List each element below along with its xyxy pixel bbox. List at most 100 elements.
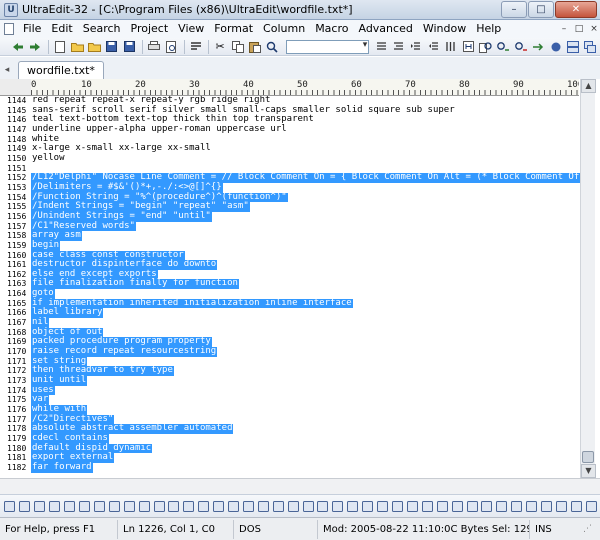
button-icon[interactable]: [362, 499, 374, 513]
hidden-icon[interactable]: [466, 499, 478, 513]
find-in-files-icon[interactable]: [478, 39, 493, 55]
menu-view[interactable]: View: [173, 20, 209, 38]
replace-in-files-icon[interactable]: [513, 39, 528, 55]
scroll-down-button[interactable]: ▼: [581, 464, 596, 478]
line-text[interactable]: far forward: [31, 462, 93, 473]
menu-search[interactable]: Search: [78, 20, 126, 38]
font-icon[interactable]: [123, 499, 135, 513]
text-editor[interactable]: 1144 red repeat repeat-x repeat-y rgb rid…: [0, 96, 580, 478]
align-center-icon[interactable]: [64, 499, 76, 513]
open-folder-icon[interactable]: [69, 39, 84, 55]
table-icon[interactable]: [213, 499, 225, 513]
editor-line[interactable]: 1149 x-large x-small xx-large xx-small: [0, 144, 580, 154]
tab-wordfile[interactable]: wordfile.txt*: [18, 61, 104, 79]
editor-line[interactable]: 1163 file finalization finally for functi…: [0, 279, 580, 290]
editor-line[interactable]: 1174 uses: [0, 385, 580, 396]
document-icon[interactable]: [4, 23, 14, 35]
hex-mode-icon[interactable]: [461, 39, 476, 55]
back-icon[interactable]: [10, 39, 25, 55]
resize-grip-icon[interactable]: ⋰: [570, 520, 594, 539]
maximize-button[interactable]: □: [528, 1, 554, 18]
line-text[interactable]: yellow: [31, 153, 66, 164]
bookmark-icon[interactable]: [526, 499, 538, 513]
hyperlink-icon[interactable]: [242, 499, 255, 513]
window-tile-icon[interactable]: [565, 39, 580, 55]
textbox-icon[interactable]: [377, 499, 389, 513]
image-icon[interactable]: [228, 499, 240, 513]
underline-icon[interactable]: [34, 499, 46, 513]
vertical-scrollbar[interactable]: ▲ ▼: [580, 79, 596, 478]
window-cascade-icon[interactable]: [583, 39, 598, 55]
macro-icon[interactable]: [548, 39, 563, 55]
shape-icon[interactable]: [436, 499, 448, 513]
indent-icon[interactable]: [408, 39, 423, 55]
copy-icon[interactable]: [230, 39, 245, 55]
menu-window[interactable]: Window: [418, 20, 471, 38]
editor-line[interactable]: 1173 unit until: [0, 375, 580, 386]
tab-scroll-left-icon[interactable]: ◂: [0, 61, 14, 79]
column-mode-icon[interactable]: [443, 39, 458, 55]
replace-icon[interactable]: [495, 39, 510, 55]
menu-edit[interactable]: Edit: [46, 20, 77, 38]
script-icon[interactable]: [511, 499, 523, 513]
close-file-icon[interactable]: [87, 39, 102, 55]
close-button[interactable]: ✕: [555, 1, 597, 18]
outline-icon[interactable]: [391, 39, 406, 55]
menu-project[interactable]: Project: [126, 20, 174, 38]
preview-icon[interactable]: [585, 499, 597, 513]
editor-line[interactable]: 1170 raise record repeat resourcestring: [0, 346, 580, 357]
editor-line[interactable]: 1172 then threadvar to try type: [0, 366, 580, 377]
ultraedit-app-icon[interactable]: U: [4, 2, 18, 17]
ellipse-icon[interactable]: [302, 499, 314, 513]
horizontal-scrollbar[interactable]: [0, 478, 600, 494]
radio-icon[interactable]: [347, 499, 359, 513]
doc-close-button[interactable]: ×: [588, 23, 600, 35]
tag-icon[interactable]: [496, 499, 508, 513]
forward-icon[interactable]: [27, 39, 42, 55]
new-file-icon[interactable]: [52, 39, 67, 55]
form-icon[interactable]: [451, 499, 463, 513]
line-text[interactable]: underline upper-alpha upper-roman upperc…: [31, 124, 288, 135]
menu-column[interactable]: Column: [258, 20, 310, 38]
menu-macro[interactable]: Macro: [310, 20, 353, 38]
editor-line[interactable]: 1147 underline upper-alpha upper-roman up…: [0, 124, 580, 135]
doc-restore-button[interactable]: □: [573, 23, 585, 35]
outdent-icon[interactable]: [198, 499, 210, 513]
star-icon[interactable]: [421, 499, 433, 513]
rectangle-icon[interactable]: [287, 499, 299, 513]
save-icon[interactable]: [104, 39, 119, 55]
cut-icon[interactable]: ✂: [212, 39, 227, 55]
print-icon[interactable]: [146, 39, 161, 55]
anchor-icon[interactable]: [406, 499, 418, 513]
editor-line[interactable]: 1150 yellow: [0, 153, 580, 164]
goto-icon[interactable]: [530, 39, 545, 55]
print-preview-icon[interactable]: [164, 39, 179, 55]
spell-check-icon[interactable]: [541, 499, 553, 513]
menu-file[interactable]: File: [18, 20, 46, 38]
editor-line[interactable]: 1175 var: [0, 395, 580, 405]
menu-help[interactable]: Help: [471, 20, 506, 38]
menu-format[interactable]: Format: [209, 20, 258, 38]
editor-line[interactable]: 1158 array asm: [0, 231, 580, 241]
picture-icon[interactable]: [392, 499, 404, 513]
align-right-icon[interactable]: [78, 499, 91, 513]
color-icon[interactable]: [138, 499, 150, 513]
bullet-list-icon[interactable]: [93, 499, 105, 513]
menu-advanced[interactable]: Advanced: [353, 20, 417, 38]
editor-line[interactable]: 1157/C1"Reserved words": [0, 221, 580, 232]
html-icon[interactable]: [555, 499, 568, 513]
number-list-icon[interactable]: [108, 499, 120, 513]
paragraph-icon[interactable]: [168, 499, 180, 513]
list-icon[interactable]: [373, 39, 388, 55]
comment-icon[interactable]: [570, 499, 582, 513]
font-select[interactable]: [286, 39, 370, 54]
bold-icon[interactable]: [4, 499, 16, 513]
line-icon[interactable]: [272, 499, 284, 513]
form-submit-icon[interactable]: [481, 499, 493, 513]
editor-line[interactable]: 1166 label library: [0, 308, 580, 319]
fill-icon[interactable]: [317, 499, 329, 513]
line-text[interactable]: file finalization finally for function: [31, 279, 239, 290]
italic-icon[interactable]: [19, 499, 31, 513]
unindent-icon[interactable]: [426, 39, 441, 55]
highlight-icon[interactable]: [153, 499, 165, 513]
